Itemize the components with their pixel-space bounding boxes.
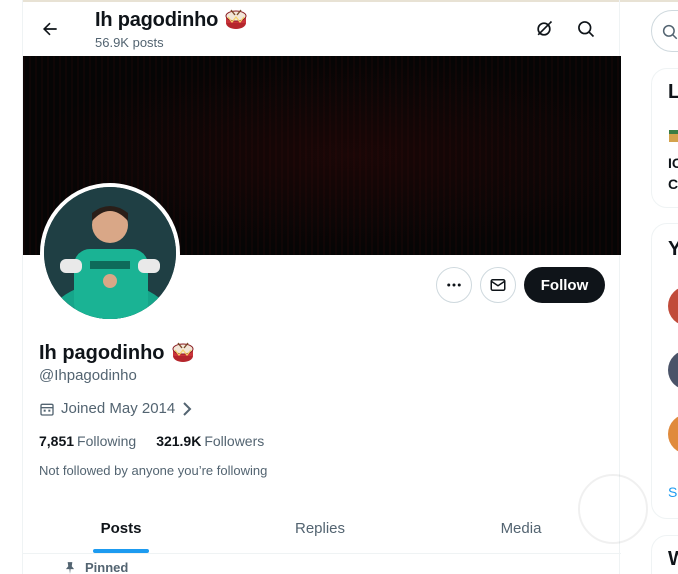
display-name: Ih pagodinho <box>39 341 165 364</box>
panel1-title: L <box>668 81 678 103</box>
posts-count: 56.9K posts <box>95 35 164 50</box>
sidebar-search-input[interactable] <box>651 10 678 52</box>
tab-posts-label: Posts <box>100 520 142 537</box>
followers-count: 321.9K <box>156 433 202 449</box>
search-button[interactable] <box>569 12 603 46</box>
back-button[interactable] <box>33 12 67 46</box>
page-title: Ih pagodinho <box>95 8 219 31</box>
follow-stats: 7,851 Following 321.9K Followers <box>39 433 264 449</box>
sidebar-panel-trends: W <box>651 535 678 574</box>
followers-label: Followers <box>204 433 265 449</box>
sidebar-panel-suggestions: Y S <box>651 223 678 519</box>
search-icon <box>662 24 678 40</box>
follow-button[interactable]: Follow <box>524 267 605 303</box>
left-gutter <box>0 0 22 574</box>
pin-icon <box>65 561 75 574</box>
panel1-text-line1: IC <box>668 155 678 171</box>
following-count: 7,851 <box>39 433 75 449</box>
followers-link[interactable]: 321.9K Followers <box>156 433 264 449</box>
panel2-title: Y <box>668 238 678 260</box>
ellipsis-icon <box>447 283 461 287</box>
suggested-avatar[interactable] <box>668 350 678 390</box>
suggested-avatar[interactable] <box>668 414 678 454</box>
calendar-icon <box>40 403 54 416</box>
pinned-label: Pinned <box>85 560 129 574</box>
search-icon <box>578 21 595 38</box>
following-link[interactable]: 7,851 Following <box>39 433 136 449</box>
show-more-link[interactable]: S <box>668 484 677 500</box>
envelope-icon <box>490 279 506 291</box>
tab-media-label: Media <box>500 520 542 537</box>
active-tab-indicator <box>93 549 149 553</box>
user-handle: @Ihpagodinho <box>39 367 137 384</box>
profile-actions: Follow <box>23 267 621 303</box>
chevron-right-icon <box>183 401 192 416</box>
tab-posts[interactable]: Posts <box>23 504 219 553</box>
drum-emoji-icon <box>225 9 247 29</box>
arrow-left-icon <box>43 22 57 36</box>
grok-button[interactable] <box>527 12 561 46</box>
event-icon <box>669 130 678 142</box>
joined-label: Joined May 2014 <box>61 400 176 417</box>
radar-icon <box>537 20 553 36</box>
following-label: Following <box>77 433 137 449</box>
drum-emoji-icon <box>172 342 194 362</box>
display-name-row: Ih pagodinho <box>39 341 195 365</box>
joined-date[interactable]: Joined May 2014 <box>39 400 193 417</box>
profile-header-bar: Ih pagodinho 56.9K posts <box>23 2 621 56</box>
suggested-avatar[interactable] <box>668 286 678 326</box>
tab-replies-label: Replies <box>294 520 346 537</box>
header-title-block: Ih pagodinho 56.9K posts <box>95 8 248 50</box>
not-followed-note: Not followed by anyone you’re following <box>39 463 268 478</box>
profile-column: Ih pagodinho 56.9K posts Follow Ih pagod… <box>22 0 621 574</box>
profile-tabs: Posts Replies Media <box>23 504 621 554</box>
more-button[interactable] <box>436 267 472 303</box>
tab-replies[interactable]: Replies <box>219 504 421 553</box>
pinned-indicator: Pinned <box>63 560 128 574</box>
panel1-text-line2: C <box>668 176 678 192</box>
panel3-title: W <box>668 548 678 570</box>
message-button[interactable] <box>480 267 516 303</box>
sidebar-panel-live: L IC C <box>651 68 678 208</box>
right-sidebar: L IC C Y S W <box>620 0 678 574</box>
